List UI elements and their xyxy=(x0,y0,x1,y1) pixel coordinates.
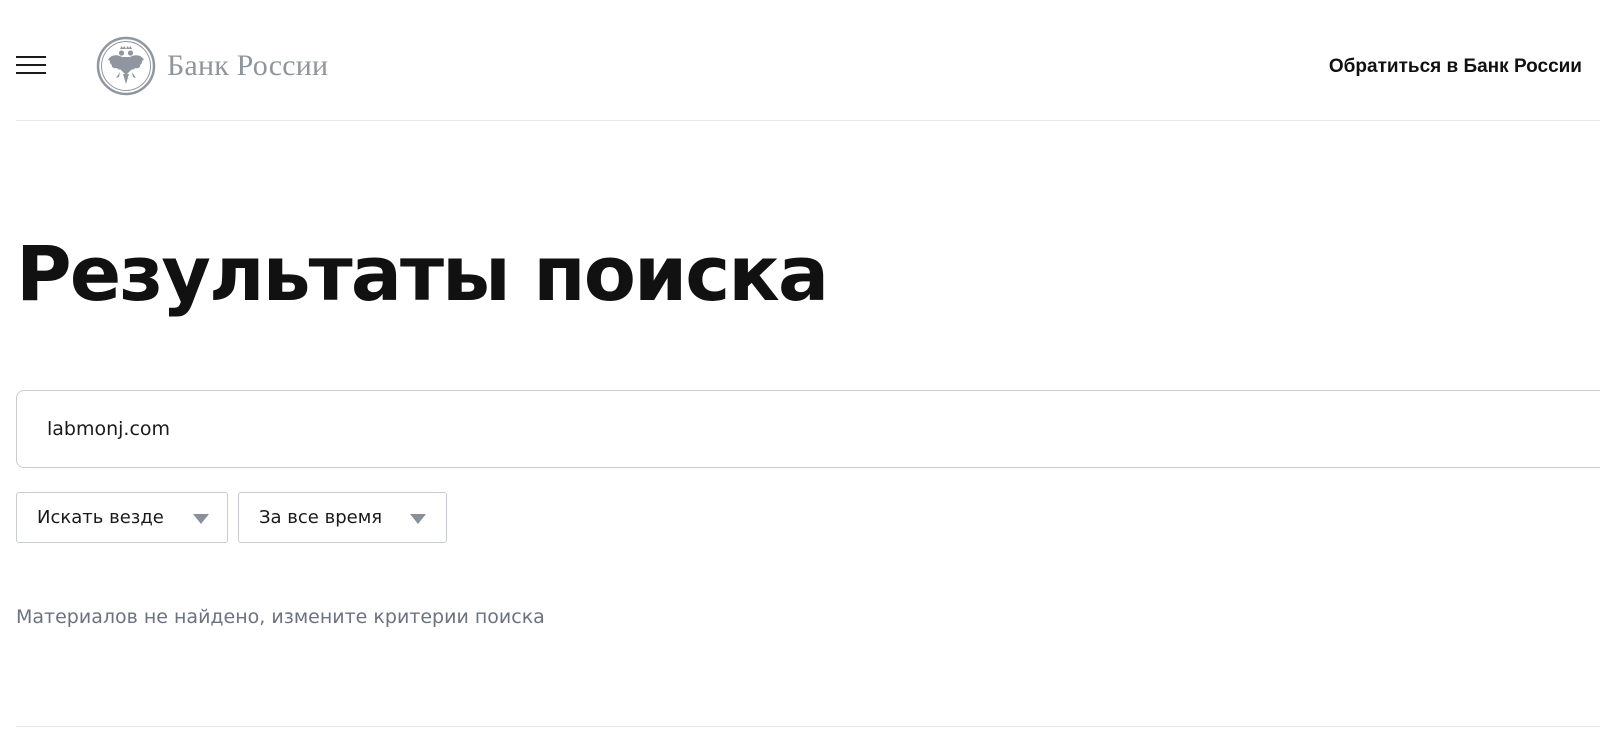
divider xyxy=(16,726,1600,727)
search-scope-label: Искать везде xyxy=(37,507,164,528)
page-title: Результаты поиска xyxy=(16,229,829,318)
triangle-down-icon xyxy=(193,514,209,524)
eagle-emblem-icon xyxy=(96,36,156,96)
logo-text: Банк России xyxy=(167,49,329,82)
time-period-label: За все время xyxy=(259,507,383,528)
search-scope-dropdown[interactable]: Искать везде xyxy=(16,492,228,543)
menu-icon-line xyxy=(16,72,46,74)
search-box[interactable] xyxy=(16,390,1600,468)
logo[interactable]: Банк России xyxy=(96,36,328,96)
time-period-dropdown[interactable]: За все время xyxy=(238,492,447,543)
no-results-message: Материалов не найдено, измените критерии… xyxy=(16,606,545,628)
menu-icon-line xyxy=(16,64,46,66)
search-input[interactable] xyxy=(47,391,1547,467)
contact-bank-link[interactable]: Обратиться в Банк России xyxy=(1329,56,1582,78)
menu-icon-line xyxy=(16,56,46,58)
page: Банк России Обратиться в Банк России Рез… xyxy=(0,0,1600,737)
triangle-down-icon xyxy=(410,514,426,524)
menu-button[interactable] xyxy=(16,50,46,76)
site-header: Банк России Обратиться в Банк России xyxy=(16,0,1600,121)
